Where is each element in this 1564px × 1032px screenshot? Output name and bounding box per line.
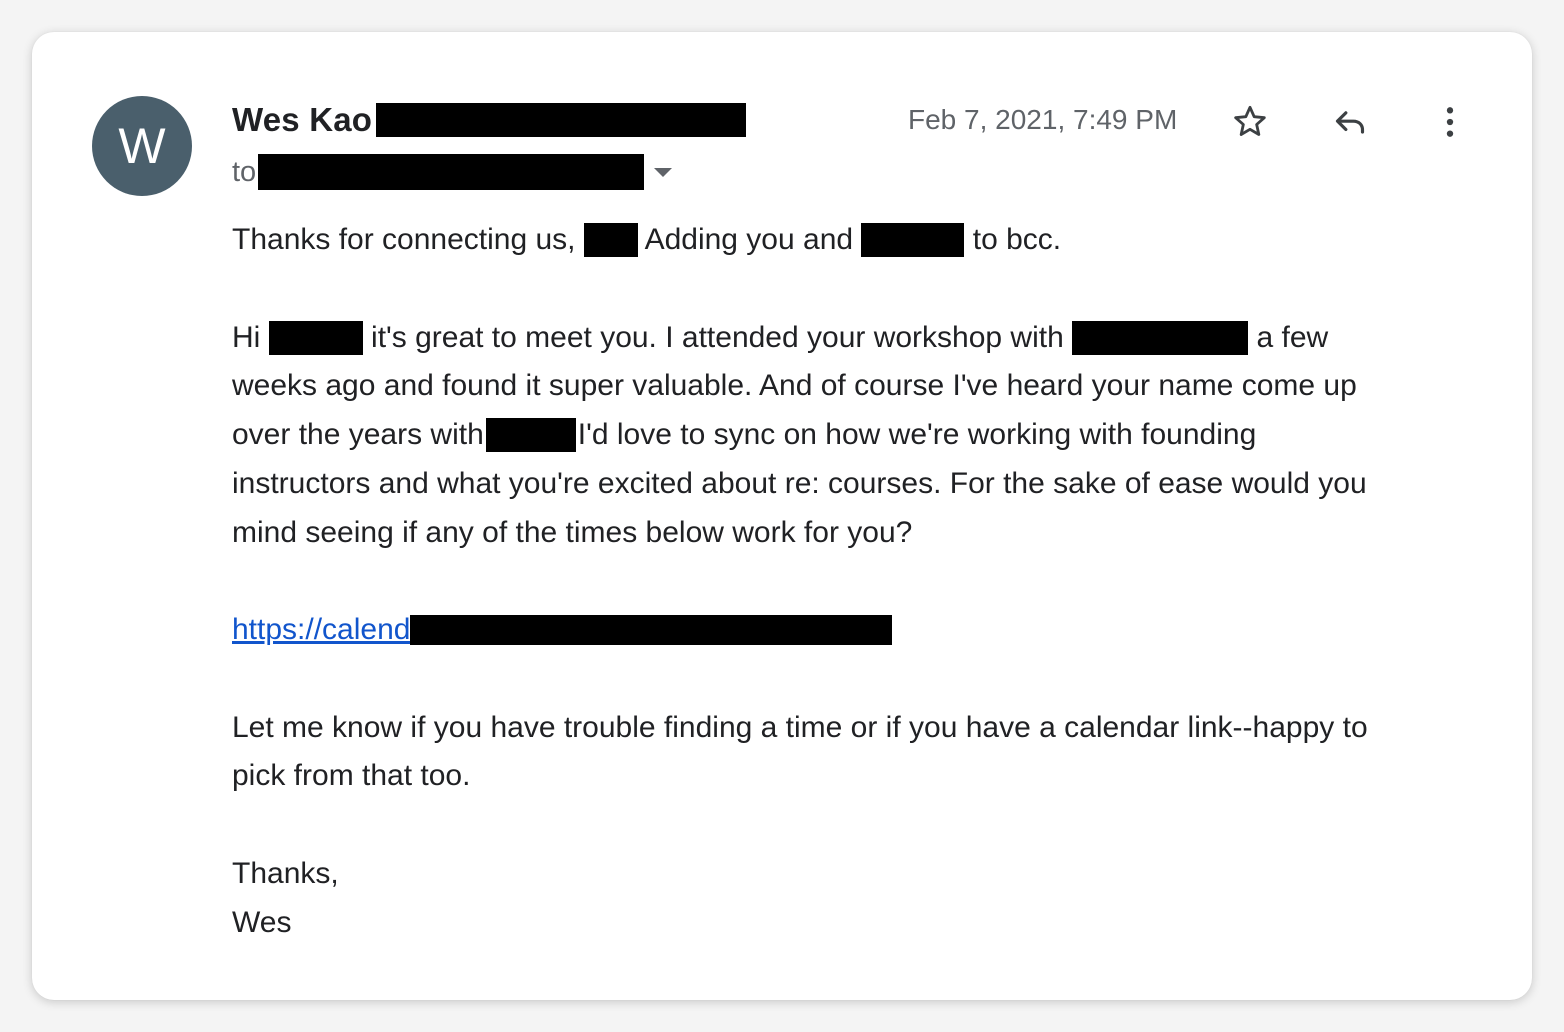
more-options-button[interactable]	[1428, 100, 1472, 144]
body-line: weeks ago and found it super valuable. A…	[232, 369, 1357, 403]
avatar-letter: W	[118, 118, 166, 174]
body-text: Hi	[232, 320, 261, 354]
redacted-name	[1072, 320, 1249, 355]
body-text: Thanks for connecting us,	[232, 223, 576, 256]
redacted-name	[861, 223, 965, 257]
redacted-name	[583, 223, 638, 257]
redacted-sender-email	[376, 103, 747, 137]
body-line: instructors and what you're excited abou…	[232, 466, 1367, 500]
avatar[interactable]: W	[92, 96, 192, 196]
to-label: to	[232, 155, 257, 188]
redacted-link	[410, 615, 893, 645]
redacted-recipients	[258, 154, 645, 190]
reply-icon	[1335, 111, 1365, 134]
calendar-link-line: https://calend	[232, 606, 1472, 655]
sender-row: Wes Kao	[232, 100, 747, 140]
more-vert-icon	[1446, 107, 1454, 137]
body-text: to bcc.	[972, 223, 1062, 256]
recipient-details-dropdown-icon[interactable]	[654, 167, 673, 177]
body-line: over the years with I'd love to sync on h…	[232, 411, 1472, 460]
body-text: I'd love to sync on how we're working wi…	[577, 418, 1257, 451]
body-text: over the years with	[232, 418, 484, 451]
star-icon	[1234, 105, 1266, 136]
body-text: a few	[1256, 320, 1329, 354]
redacted-name	[485, 418, 576, 452]
sender-name[interactable]: Wes Kao	[232, 101, 372, 139]
calendar-link[interactable]: https://calend	[232, 613, 410, 646]
body-line: Hi it's great to meet you. I attended yo…	[232, 314, 1472, 363]
email-body: Thanks for connecting us, Adding you and…	[232, 216, 1472, 947]
signature: Wes	[232, 905, 292, 939]
body-line: pick from that too.	[232, 759, 471, 793]
redacted-name	[268, 320, 363, 355]
reply-button[interactable]	[1328, 100, 1372, 144]
star-button[interactable]	[1228, 100, 1272, 144]
body-line: Let me know if you have trouble finding …	[232, 710, 1368, 744]
timestamp: Feb 7, 2021, 7:49 PM	[908, 104, 1178, 135]
body-paragraph-intro: Thanks for connecting us, Adding you and…	[232, 216, 1472, 265]
body-text: it's great to meet you. I attended your …	[371, 320, 1064, 354]
body-line: mind seeing if any of the times below wo…	[232, 515, 913, 549]
closing: Thanks,	[232, 856, 339, 890]
recipient-row: to	[232, 152, 673, 192]
body-text: Adding you and	[644, 223, 854, 256]
